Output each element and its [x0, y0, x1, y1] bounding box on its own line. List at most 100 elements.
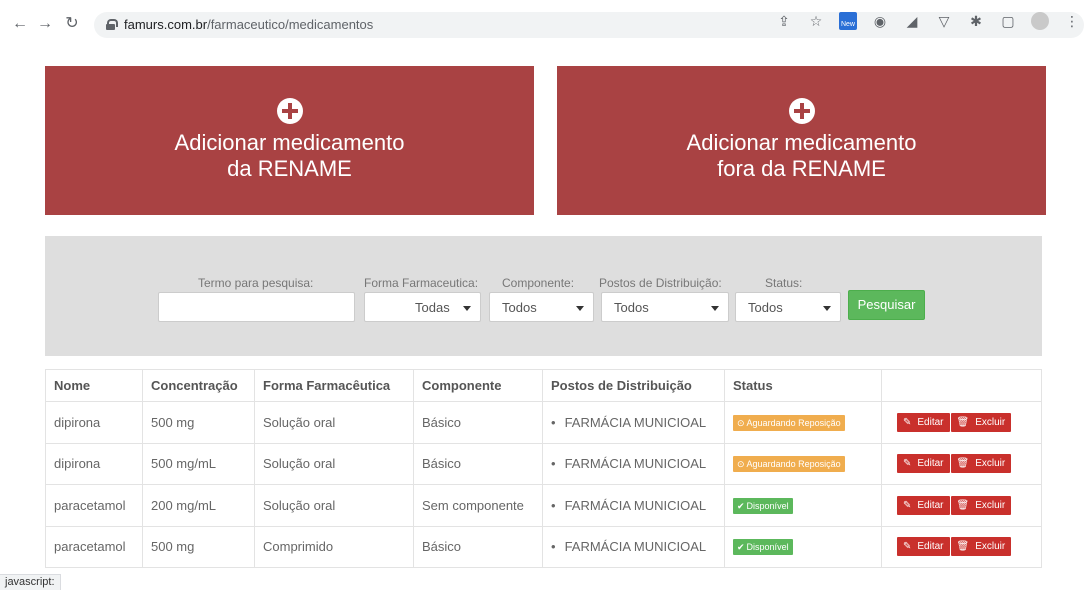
- search-term-input[interactable]: [158, 292, 355, 322]
- browser-status-bar: javascript:: [0, 574, 61, 590]
- menu-icon[interactable]: ⋮: [1063, 12, 1081, 30]
- sidepanel-icon[interactable]: ▢: [999, 12, 1017, 30]
- back-arrow-icon[interactable]: ←: [10, 14, 30, 34]
- posto-item: FARMÁCIA MUNICIOAL: [551, 415, 706, 430]
- search-term-label: Termo para pesquisa:: [198, 276, 314, 290]
- clock-icon: ⊙: [737, 459, 745, 470]
- chevron-down-icon: [576, 306, 584, 311]
- cell-nome: paracetamol: [45, 525, 143, 568]
- pencil-icon: ✎: [903, 499, 912, 511]
- cell-nome: paracetamol: [45, 484, 143, 527]
- cell-componente: Básico: [413, 442, 543, 485]
- postos-label: Postos de Distribuição:: [599, 276, 722, 290]
- add-rename-medication-button[interactable]: Adicionar medicamento da RENAME: [45, 66, 534, 215]
- componente-label: Componente:: [502, 276, 575, 290]
- col-componente: Componente: [413, 369, 543, 402]
- cell-concentracao: 200 mg/mL: [142, 484, 255, 527]
- check-icon: ✔: [737, 542, 745, 553]
- cell-componente: Sem componente: [413, 484, 543, 527]
- chevron-down-icon: [711, 306, 719, 311]
- trash-icon: 🗑: [956, 416, 970, 428]
- cell-forma: Comprimido: [254, 525, 414, 568]
- profile-avatar-icon[interactable]: [1031, 12, 1049, 30]
- forma-label: Forma Farmaceutica:: [364, 276, 479, 290]
- cell-forma: Solução oral: [254, 442, 414, 485]
- cell-componente: Básico: [413, 525, 543, 568]
- cell-forma: Solução oral: [254, 401, 414, 444]
- edit-button[interactable]: ✎ Editar: [897, 537, 950, 557]
- postos-select[interactable]: Todos: [601, 292, 729, 322]
- share-icon[interactable]: ⇪: [775, 12, 793, 30]
- url-text: famurs.com.br/farmaceutico/medicamentos: [124, 17, 374, 32]
- posto-item: FARMÁCIA MUNICIOAL: [551, 539, 706, 554]
- trash-icon: 🗑: [956, 458, 970, 470]
- search-button[interactable]: Pesquisar: [848, 290, 925, 320]
- delete-button[interactable]: 🗑 Excluir: [950, 412, 1012, 432]
- cell-nome: dipirona: [45, 442, 143, 485]
- cell-status: ✔ Disponível: [724, 525, 882, 568]
- new-extension-icon[interactable]: New: [839, 12, 857, 30]
- edit-button[interactable]: ✎ Editar: [897, 495, 950, 515]
- cell-posto: FARMÁCIA MUNICIOAL: [542, 525, 725, 568]
- col-forma: Forma Farmacêutica: [254, 369, 414, 402]
- col-nome: Nome: [45, 369, 143, 402]
- cell-status: ✔ Disponível: [724, 484, 882, 527]
- cell-actions: ✎ Editar 🗑 Excluir: [881, 401, 1042, 444]
- table-row: dipirona500 mg/mLSolução oralBásico FARMÁ…: [45, 442, 1042, 485]
- pencil-icon: ✎: [903, 416, 912, 428]
- delete-button[interactable]: 🗑 Excluir: [950, 537, 1012, 557]
- chevron-down-icon: [463, 306, 471, 311]
- col-postos: Postos de Distribuição: [542, 369, 725, 402]
- col-concentracao: Concentração: [142, 369, 255, 402]
- table-header-row: Nome Concentração Forma Farmacêutica Com…: [45, 369, 1042, 402]
- cell-actions: ✎ Editar 🗑 Excluir: [881, 525, 1042, 568]
- delete-button[interactable]: 🗑 Excluir: [950, 495, 1012, 515]
- cell-concentracao: 500 mg: [142, 525, 255, 568]
- reload-icon[interactable]: ↻: [62, 14, 82, 34]
- posto-item: FARMÁCIA MUNICIOAL: [551, 498, 706, 513]
- status-label: Status:: [765, 276, 803, 290]
- table-row: paracetamol 200 mg/mL Solução oral Sem comp…: [45, 484, 1042, 527]
- add-rename-title: Adicionar medicamento da RENAME: [174, 130, 405, 181]
- pin-icon[interactable]: ▽: [935, 12, 953, 30]
- check-icon: ✔: [737, 500, 745, 511]
- forma-select[interactable]: Todas: [364, 292, 481, 322]
- table-row: paracetamol500 mgComprimidoBásico FARMÁCI…: [45, 525, 1042, 568]
- edit-button[interactable]: ✎ Editar: [897, 412, 950, 432]
- trash-icon: 🗑: [956, 541, 970, 553]
- clock-icon: ⊙: [737, 417, 745, 428]
- plus-circle-icon: [276, 98, 303, 124]
- cell-componente: Básico: [413, 401, 543, 444]
- extension-s-icon[interactable]: ◉: [871, 12, 889, 30]
- trash-icon: 🗑: [956, 499, 970, 511]
- status-select[interactable]: Todos: [735, 292, 841, 322]
- posto-item: FARMÁCIA MUNICIOAL: [551, 456, 706, 471]
- cell-actions: ✎ Editar 🗑 Excluir: [881, 484, 1042, 527]
- signal-icon[interactable]: ◢: [903, 12, 921, 30]
- status-badge: ✔ Disponível: [733, 497, 793, 514]
- extension-bar: ⇪ ☆ New ◉ ◢ ▽ ✱ ▢ ⋮: [775, 12, 1081, 30]
- status-badge: ⊙ Aguardando Reposição: [733, 414, 845, 431]
- add-non-rename-medication-button[interactable]: Adicionar medicamento fora da RENAME: [557, 66, 1046, 215]
- cell-concentracao: 500 mg: [142, 401, 255, 444]
- cell-posto: FARMÁCIA MUNICIOAL: [542, 442, 725, 485]
- chevron-down-icon: [823, 306, 831, 311]
- cell-posto: FARMÁCIA MUNICIOAL: [542, 484, 725, 527]
- forward-arrow-icon[interactable]: →: [35, 14, 55, 34]
- status-badge: ⊙ Aguardando Reposição: [733, 456, 845, 473]
- edit-button[interactable]: ✎ Editar: [897, 454, 950, 474]
- cell-actions: ✎ Editar 🗑 Excluir: [881, 442, 1042, 485]
- plus-circle-icon: [788, 98, 815, 124]
- puzzle-icon[interactable]: ✱: [967, 12, 985, 30]
- pencil-icon: ✎: [903, 458, 912, 470]
- delete-button[interactable]: 🗑 Excluir: [950, 454, 1012, 474]
- col-actions: [881, 369, 1042, 402]
- col-status: Status: [724, 369, 882, 402]
- cell-status: ⊙ Aguardando Reposição: [724, 442, 882, 485]
- cell-status: ⊙ Aguardando Reposição: [724, 401, 882, 444]
- lock-icon: [106, 19, 118, 30]
- pencil-icon: ✎: [903, 541, 912, 553]
- componente-select[interactable]: Todos: [489, 292, 594, 322]
- star-icon[interactable]: ☆: [807, 12, 825, 30]
- cell-posto: FARMÁCIA MUNICIOAL: [542, 401, 725, 444]
